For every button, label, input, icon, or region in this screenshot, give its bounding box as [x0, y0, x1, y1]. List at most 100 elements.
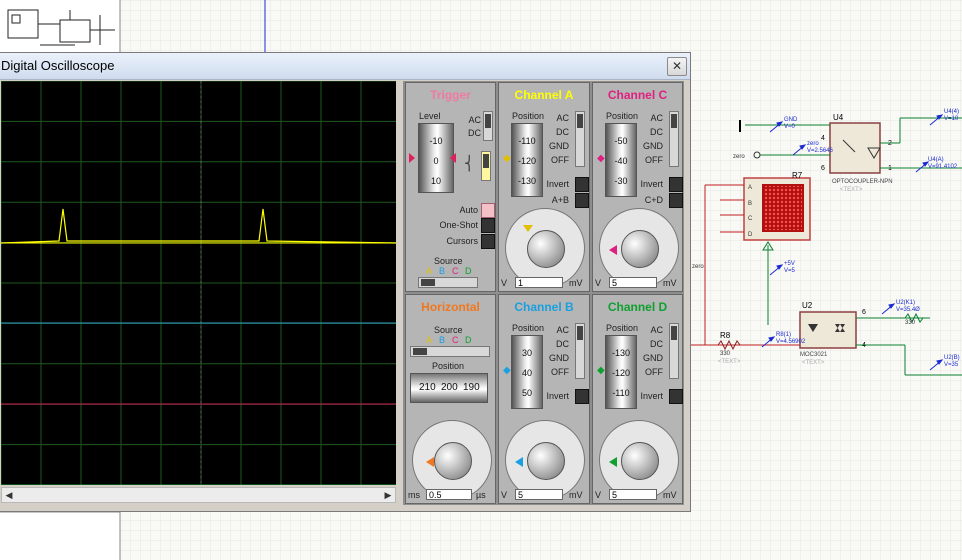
channel-d-knob-pointer-icon [609, 457, 617, 467]
channel-d-unit-v: V [595, 490, 602, 500]
r8-text: <TEXT> [718, 359, 741, 365]
channel-a-scale-dial[interactable] [505, 208, 585, 288]
channel-c-knob[interactable] [621, 230, 659, 268]
channel-c-invert-label: Invert [640, 179, 663, 189]
trigger-level-drum[interactable]: -10 0 10 [418, 123, 454, 193]
trace-channel-a [0, 208, 397, 244]
trigger-auto-button[interactable] [481, 203, 495, 218]
channel-c-scale-input[interactable]: 5 [609, 277, 657, 288]
scroll-left-icon[interactable]: ◀ [3, 489, 15, 501]
channel-a-marker-icon: ◆ [503, 153, 511, 164]
channel-d-coupling-slider[interactable] [669, 323, 679, 379]
horizontal-timebase-input[interactable]: 0.5 [426, 489, 472, 500]
channel-d-coupling-gnd: GND [643, 353, 663, 363]
u4-text: <TEXT> [840, 187, 863, 193]
horizontal-position-drum[interactable]: 210 200 190 [410, 373, 488, 403]
channel-a-title: Channel A [514, 88, 574, 102]
channel-b-unit-mv: mV [569, 490, 583, 500]
pin-a: A [748, 185, 752, 191]
channel-a-sum-button[interactable] [575, 193, 589, 208]
net-zero-label-2: zero [733, 154, 745, 160]
trigger-cursors-button[interactable] [481, 234, 495, 249]
trigger-oneshot-label: One-Shot [439, 220, 478, 230]
channel-a-invert-button[interactable] [575, 177, 589, 192]
trigger-source-slider[interactable] [418, 277, 478, 288]
channel-c-coupling-gnd: GND [643, 141, 663, 151]
probe-zero-name: zero [807, 141, 819, 147]
trigger-source-label: Source [434, 256, 463, 266]
horizontal-position-tick: 210 [419, 382, 436, 393]
channel-d-invert-label: Invert [640, 391, 663, 401]
channel-a-unit-mv: mV [569, 278, 583, 288]
channel-b-marker-icon: ◆ [503, 365, 511, 376]
channel-c-section: Channel C Position -50 -40 -30 ◆ AC DC G… [592, 82, 683, 292]
channel-d-coupling-dc: DC [650, 339, 663, 349]
channel-c-coupling-dc: DC [650, 127, 663, 137]
channel-b-coupling-dc: DC [556, 339, 569, 349]
horizontal-scrollbar[interactable]: ◀ ▶ [1, 487, 396, 503]
probe-u2-k1-value: V=35.4Ø [896, 307, 920, 313]
trigger-oneshot-button[interactable] [481, 218, 495, 233]
horizontal-source-slider[interactable] [410, 346, 490, 357]
horizontal-title: Horizontal [421, 300, 480, 314]
channel-d-scale-input[interactable]: 5 [609, 489, 657, 500]
trigger-auto-label: Auto [459, 205, 478, 215]
channel-b-unit-v: V [501, 490, 508, 500]
channel-c-sum-button[interactable] [669, 193, 683, 208]
channel-a-coupling-slider[interactable] [575, 111, 585, 167]
trigger-edge-icon: ⎨ [464, 155, 475, 171]
channel-c-tick: -40 [614, 156, 628, 166]
channel-d-invert-button[interactable] [669, 389, 683, 404]
channel-c-invert-button[interactable] [669, 177, 683, 192]
channel-c-coupling-ac: AC [650, 113, 663, 123]
probe-r8-1-name: R8(1) [776, 332, 791, 338]
channel-c-coupling-slider[interactable] [669, 111, 679, 167]
channel-b-title: Channel B [514, 300, 574, 314]
trigger-edge-slider[interactable] [481, 151, 491, 181]
probe-plus5v-value: V=5 [784, 268, 796, 274]
channel-b-invert-button[interactable] [575, 389, 589, 404]
trigger-coupling-slider[interactable] [483, 111, 493, 141]
channel-d-knob[interactable] [621, 442, 659, 480]
channel-c-coupling-off: OFF [645, 155, 663, 165]
channel-d-position-label: Position [606, 323, 639, 333]
channel-c-title: Channel C [607, 88, 668, 102]
oscilloscope-window[interactable]: Digital Oscilloscope ✕ ◀ ▶ Trigger Level… [0, 52, 691, 512]
trigger-level-marker-right-icon [450, 153, 456, 163]
trigger-level-tick: 0 [433, 156, 439, 166]
horizontal-knob[interactable] [434, 442, 472, 480]
probe-r8-1-value: V=4.56902 [776, 339, 806, 345]
scroll-right-icon[interactable]: ▶ [382, 489, 394, 501]
channel-b-scale-input[interactable]: 5 [515, 489, 563, 500]
channel-a-scale-input[interactable]: 1 [515, 277, 563, 288]
r8-ref: R8 [720, 331, 731, 340]
u2-ref: U2 [802, 301, 813, 310]
horizontal-timebase-dial[interactable] [412, 420, 492, 500]
channel-c-unit-v: V [595, 278, 602, 288]
led-matrix-r7[interactable]: R7 A B C D [743, 171, 811, 241]
channel-c-marker-icon: ◆ [597, 153, 605, 164]
channel-a-knob[interactable] [527, 230, 565, 268]
probe-u4-4-value: V=10 [944, 116, 959, 122]
u2-text: <TEXT> [802, 360, 825, 366]
channel-a-sum-label: A+B [551, 195, 569, 205]
channel-d-marker-icon: ◆ [597, 365, 605, 376]
probe-u2-b-value: V=35 [944, 362, 959, 368]
channel-b-coupling-slider[interactable] [575, 323, 585, 379]
channel-b-invert-label: Invert [546, 391, 569, 401]
title-bar[interactable]: Digital Oscilloscope ✕ [0, 53, 690, 80]
channel-b-tick: 40 [521, 368, 532, 378]
r8-value: 330 [720, 351, 731, 357]
close-button[interactable]: ✕ [667, 57, 687, 76]
channel-b-tick: 30 [521, 348, 532, 358]
trigger-source-d: D [465, 266, 472, 276]
channel-a-section: Channel A Position -110 -120 -130 ◆ AC D… [498, 82, 590, 292]
u4-ref: U4 [833, 113, 844, 122]
horizontal-source-b: B [439, 335, 446, 345]
horizontal-source-c: C [452, 335, 459, 345]
horizontal-position-label: Position [432, 361, 465, 371]
channel-c-tick: -50 [614, 136, 628, 146]
channel-b-coupling-off: OFF [551, 367, 569, 377]
svg-text:4: 4 [821, 135, 825, 142]
channel-b-knob[interactable] [527, 442, 565, 480]
